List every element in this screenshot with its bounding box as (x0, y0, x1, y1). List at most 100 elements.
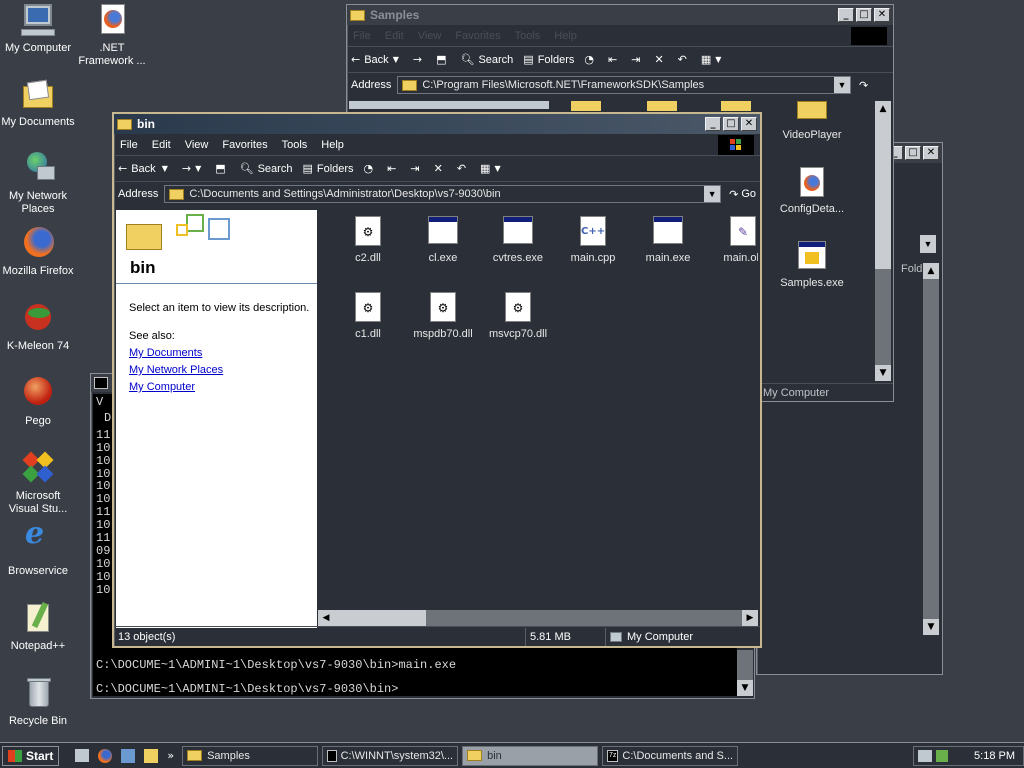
file-item-main-obj[interactable]: ✎ main.ob (706, 216, 758, 264)
maximize-button[interactable]: □ (723, 117, 739, 131)
link-my-network-places[interactable]: My Network Places (129, 364, 317, 376)
scroll-thumb[interactable] (875, 117, 891, 269)
desktop-icon-dotnet-framework[interactable]: .NET Framework ... (74, 4, 150, 68)
move-to-button[interactable]: ⇤ (608, 53, 621, 66)
menu-favorites[interactable]: Favorites (455, 30, 500, 42)
menu-help[interactable]: Help (321, 139, 344, 151)
start-button[interactable]: Start (2, 745, 60, 766)
views-button[interactable]: ▦ ▼ (480, 162, 505, 175)
menu-edit[interactable]: Edit (385, 30, 404, 42)
desktop-icon-mozilla-firefox[interactable]: Mozilla Firefox (0, 227, 76, 278)
search-button[interactable]: 🔍︎ Search (460, 53, 513, 66)
link-my-documents[interactable]: My Documents (129, 347, 317, 359)
minimize-button[interactable]: _ (705, 117, 721, 131)
folder-item[interactable] (721, 101, 751, 111)
clock[interactable]: 5:18 PM (974, 750, 1015, 762)
views-button[interactable]: ▦ ▼ (701, 53, 726, 66)
desktop-icon-k-meleon[interactable]: K-Meleon 74 (0, 302, 76, 353)
history-button[interactable]: ◔ (584, 53, 598, 66)
menu-help[interactable]: Help (554, 30, 577, 42)
address-dropdown[interactable]: ▼ (834, 77, 850, 93)
task-console[interactable]: C:\WINNT\system32\... (322, 745, 459, 766)
file-item[interactable]: ConfigDeta... (775, 167, 849, 215)
close-button[interactable]: ✕ (741, 117, 757, 131)
back-button[interactable]: ← Back ▼ (351, 53, 403, 66)
search-button[interactable]: 🔍︎ Search (240, 162, 293, 175)
desktop-icon-my-computer[interactable]: My Computer (0, 4, 76, 55)
file-item[interactable]: Samples.exe (775, 241, 849, 289)
file-item-mspdb70-dll[interactable]: ⚙ mspdb70.dll (406, 292, 480, 340)
undo-button[interactable]: ↶ (457, 162, 470, 175)
file-item-c1-dll[interactable]: ⚙ c1.dll (331, 292, 405, 340)
firefox-icon[interactable] (98, 748, 113, 763)
go-button[interactable]: ↷ Go (729, 188, 756, 201)
maximize-button[interactable]: □ (905, 146, 921, 160)
background-window-address-dropdown[interactable]: ▼ (920, 235, 936, 253)
address-dropdown[interactable]: ▼ (704, 186, 721, 202)
file-item-cl-exe[interactable]: cl.exe (406, 216, 480, 264)
desktop-icon-my-network-places[interactable]: My Network Places (0, 152, 76, 216)
file-item-main-cpp[interactable]: C++ main.cpp (556, 216, 630, 264)
undo-button[interactable]: ↶ (678, 53, 691, 66)
link-my-computer[interactable]: My Computer (129, 381, 317, 393)
delete-button[interactable]: ✕ (434, 162, 447, 175)
search-icon[interactable] (144, 748, 159, 763)
file-item-main-exe[interactable]: main.exe (631, 216, 705, 264)
menu-view[interactable]: View (185, 139, 209, 151)
delete-button[interactable]: ✕ (654, 53, 667, 66)
folder-item[interactable] (571, 101, 601, 111)
menu-file[interactable]: File (120, 139, 138, 151)
move-to-button[interactable]: ⇤ (387, 162, 400, 175)
forward-button[interactable]: → ▼ (182, 162, 205, 175)
folders-button[interactable]: ▤ Folders (302, 162, 353, 175)
folder-item[interactable] (647, 101, 677, 111)
samples-window-titlebar[interactable]: Samples _ □ ✕ (347, 5, 893, 25)
bin-window[interactable]: bin _ □ ✕ File Edit View Favorites Tools… (112, 112, 762, 648)
tray-network-icon[interactable] (918, 749, 933, 762)
desktop-icon-notepad-plus-plus[interactable]: Notepad++ (0, 601, 76, 653)
maximize-button[interactable]: □ (856, 8, 872, 22)
folders-button[interactable]: ▤ Folders (523, 53, 574, 66)
file-item-cvtres-exe[interactable]: cvtres.exe (481, 216, 555, 264)
menu-view[interactable]: View (418, 30, 442, 42)
scroll-down-arrow[interactable]: ▼ (923, 619, 939, 635)
menu-tools[interactable]: Tools (515, 30, 541, 42)
desktop-icon-microsoft-visual-studio[interactable]: Microsoft Visual Stu... (0, 451, 76, 516)
scroll-right-arrow[interactable]: ▶ (742, 610, 758, 626)
up-folder-button[interactable]: ⬒ (436, 53, 450, 66)
copy-to-button[interactable]: ⇥ (631, 53, 644, 66)
task-samples[interactable]: Samples (182, 745, 319, 766)
bin-window-titlebar[interactable]: bin _ □ ✕ (114, 114, 760, 134)
desktop-icon-pego[interactable]: Pego (0, 377, 76, 428)
close-button[interactable]: ✕ (923, 146, 939, 160)
network-icon[interactable] (121, 748, 136, 763)
close-button[interactable]: ✕ (874, 8, 890, 22)
scroll-down-arrow[interactable]: ▼ (875, 365, 891, 381)
desktop-icon-my-documents[interactable]: My Documents (0, 78, 76, 129)
address-input[interactable]: C:\Documents and Settings\Administrator\… (164, 185, 722, 203)
folder-item[interactable]: VideoPlayer (775, 101, 849, 141)
forward-button[interactable]: → (413, 53, 426, 66)
scroll-left-arrow[interactable]: ◀ (318, 610, 334, 626)
menu-tools[interactable]: Tools (282, 139, 308, 151)
folder-item[interactable] (349, 101, 549, 109)
menu-favorites[interactable]: Favorites (222, 139, 267, 151)
file-item-msvcp70-dll[interactable]: ⚙ msvcp70.dll (481, 292, 555, 340)
go-icon[interactable]: ↷ (859, 79, 889, 92)
file-item-c2-dll[interactable]: ⚙ c2.dll (331, 216, 405, 264)
up-folder-button[interactable]: ⬒ (215, 162, 229, 175)
scroll-up-arrow[interactable]: ▲ (875, 101, 891, 117)
menu-file[interactable]: File (353, 30, 371, 42)
scroll-up-arrow[interactable]: ▲ (923, 263, 939, 279)
minimize-button[interactable]: _ (838, 8, 854, 22)
chevron-right-icon[interactable]: » (167, 749, 174, 762)
show-desktop-icon[interactable] (75, 749, 90, 762)
back-button[interactable]: ← Back ▼ (118, 162, 172, 175)
task-7zip[interactable]: 7z C:\Documents and S... (602, 745, 739, 766)
menu-edit[interactable]: Edit (152, 139, 171, 151)
copy-to-button[interactable]: ⇥ (410, 162, 423, 175)
scroll-down-arrow[interactable]: ▼ (737, 680, 753, 696)
background-window-scrollbar[interactable] (923, 263, 939, 635)
desktop-icon-browservice[interactable]: e Browservice (0, 519, 76, 578)
tray-app-icon[interactable] (936, 749, 949, 762)
